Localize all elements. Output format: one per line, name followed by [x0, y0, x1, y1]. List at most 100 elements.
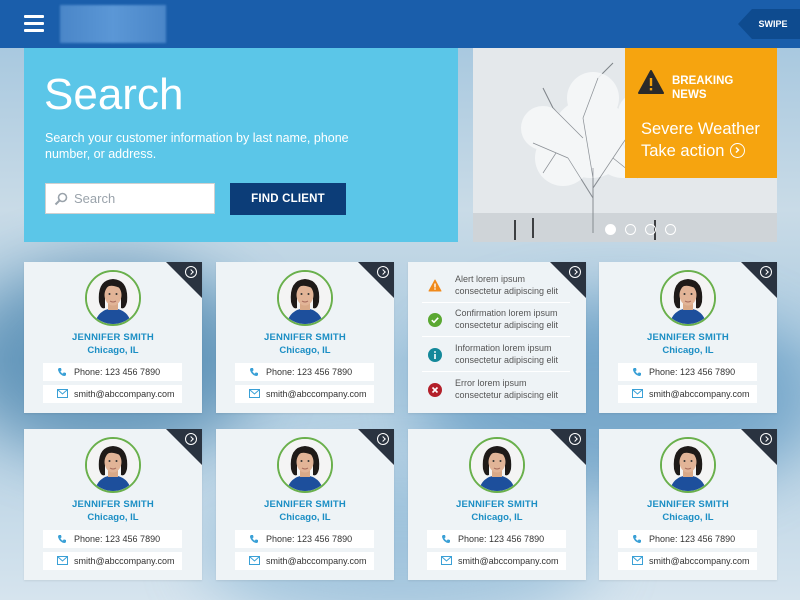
client-email[interactable]: smith@abccompany.com — [235, 552, 374, 570]
find-client-button[interactable]: FIND CLIENT — [230, 183, 346, 215]
phone-icon — [249, 535, 258, 544]
client-phone[interactable]: Phone: 123 456 7890 — [235, 363, 374, 381]
client-email[interactable]: smith@abccompany.com — [43, 385, 182, 403]
arrow-right-circle-icon — [760, 266, 772, 278]
carousel-dot[interactable] — [645, 224, 656, 235]
alert-item-error[interactable]: Error lorem ipsum consectetur adipiscing … — [422, 378, 570, 410]
person-photo — [662, 272, 714, 324]
email-text: smith@abccompany.com — [74, 556, 175, 566]
phone-text: Phone: 123 456 7890 — [458, 534, 545, 544]
email-icon — [249, 556, 260, 565]
carousel-dot[interactable] — [625, 224, 636, 235]
person-photo — [87, 439, 139, 491]
client-name: JENNIFER SMITH — [456, 499, 538, 510]
email-icon — [632, 389, 643, 398]
logo — [60, 5, 166, 43]
client-phone[interactable]: Phone: 123 456 7890 — [427, 530, 566, 548]
top-bar: SWIPE — [0, 0, 800, 48]
divider — [422, 336, 570, 337]
client-city: Chicago, IL — [279, 345, 331, 356]
client-card[interactable]: JENNIFER SMITH Chicago, IL Phone: 123 456 … — [24, 429, 202, 580]
person-photo — [279, 272, 331, 324]
client-city: Chicago, IL — [87, 345, 139, 356]
swipe-button[interactable]: SWIPE — [738, 9, 800, 39]
email-text: smith@abccompany.com — [649, 389, 750, 399]
card-open-button[interactable] — [741, 429, 777, 465]
phone-text: Phone: 123 456 7890 — [74, 534, 161, 544]
client-name: JENNIFER SMITH — [647, 332, 729, 343]
client-city: Chicago, IL — [662, 512, 714, 523]
client-email[interactable]: smith@abccompany.com — [235, 385, 374, 403]
client-email[interactable]: smith@abccompany.com — [618, 385, 757, 403]
search-input[interactable] — [74, 184, 212, 213]
arrow-right-circle-icon — [569, 266, 581, 278]
alert-text: consectetur adipiscing elit — [455, 354, 559, 365]
warning-icon — [428, 279, 442, 292]
arrow-right-circle-icon — [185, 266, 197, 278]
person-photo — [87, 272, 139, 324]
person-photo — [279, 439, 331, 491]
card-open-button[interactable] — [550, 429, 586, 465]
client-phone[interactable]: Phone: 123 456 7890 — [43, 363, 182, 381]
card-open-button[interactable] — [358, 429, 394, 465]
news-carousel[interactable]: BREAKING NEWS Severe Weather Take action — [473, 48, 777, 242]
phone-icon — [441, 535, 450, 544]
take-action-link[interactable]: Take action — [641, 140, 746, 162]
client-name: JENNIFER SMITH — [647, 499, 729, 510]
search-panel: Search Search your customer information … — [24, 48, 458, 242]
card-open-button[interactable] — [358, 262, 394, 298]
carousel-dot[interactable] — [665, 224, 676, 235]
card-open-button[interactable] — [741, 262, 777, 298]
email-text: smith@abccompany.com — [266, 556, 367, 566]
news-headline: Severe Weather — [641, 120, 760, 138]
phone-text: Phone: 123 456 7890 — [649, 367, 736, 377]
avatar — [85, 437, 141, 493]
arrow-right-circle-icon — [377, 266, 389, 278]
arrow-right-circle-icon — [730, 143, 746, 158]
client-card[interactable]: JENNIFER SMITH Chicago, IL Phone: 123 456 … — [216, 262, 394, 413]
client-phone[interactable]: Phone: 123 456 7890 — [618, 363, 757, 381]
client-phone[interactable]: Phone: 123 456 7890 — [43, 530, 182, 548]
phone-icon — [57, 368, 66, 377]
client-phone[interactable]: Phone: 123 456 7890 — [235, 530, 374, 548]
card-open-button[interactable] — [166, 262, 202, 298]
avatar — [660, 270, 716, 326]
email-icon — [441, 556, 452, 565]
carousel-dot[interactable] — [605, 224, 616, 235]
avatar — [85, 270, 141, 326]
client-city: Chicago, IL — [662, 345, 714, 356]
avatar — [660, 437, 716, 493]
email-icon — [249, 389, 260, 398]
client-card[interactable]: JENNIFER SMITH Chicago, IL Phone: 123 456 … — [24, 262, 202, 413]
client-city: Chicago, IL — [87, 512, 139, 523]
arrow-right-circle-icon — [760, 433, 772, 445]
search-field[interactable] — [45, 183, 215, 214]
client-card[interactable]: JENNIFER SMITH Chicago, IL Phone: 123 456 … — [408, 429, 586, 580]
alert-text: consectetur adipiscing elit — [455, 389, 559, 400]
phone-text: Phone: 123 456 7890 — [649, 534, 736, 544]
breaking-news-panel[interactable]: BREAKING NEWS Severe Weather Take action — [625, 48, 777, 178]
phone-text: Phone: 123 456 7890 — [74, 367, 161, 377]
arrow-right-circle-icon — [569, 433, 581, 445]
person-photo — [471, 439, 523, 491]
info-icon — [428, 348, 442, 362]
person-photo — [662, 439, 714, 491]
client-email[interactable]: smith@abccompany.com — [43, 552, 182, 570]
email-icon — [632, 556, 643, 565]
client-email[interactable]: smith@abccompany.com — [618, 552, 757, 570]
client-email[interactable]: smith@abccompany.com — [427, 552, 566, 570]
client-card[interactable]: JENNIFER SMITH Chicago, IL Phone: 123 456 … — [599, 429, 777, 580]
client-card[interactable]: JENNIFER SMITH Chicago, IL Phone: 123 456 … — [599, 262, 777, 413]
alert-title: Alert lorem ipsum — [455, 274, 526, 284]
card-open-button[interactable] — [166, 429, 202, 465]
alert-text: consectetur adipiscing elit — [455, 319, 559, 330]
divider — [422, 371, 570, 372]
client-card[interactable]: JENNIFER SMITH Chicago, IL Phone: 123 456 … — [216, 429, 394, 580]
search-description: Search your customer information by last… — [45, 131, 349, 161]
hamburger-icon[interactable] — [24, 15, 44, 33]
phone-icon — [632, 535, 641, 544]
phone-icon — [57, 535, 66, 544]
arrow-right-circle-icon — [185, 433, 197, 445]
client-name: JENNIFER SMITH — [264, 332, 346, 343]
client-phone[interactable]: Phone: 123 456 7890 — [618, 530, 757, 548]
